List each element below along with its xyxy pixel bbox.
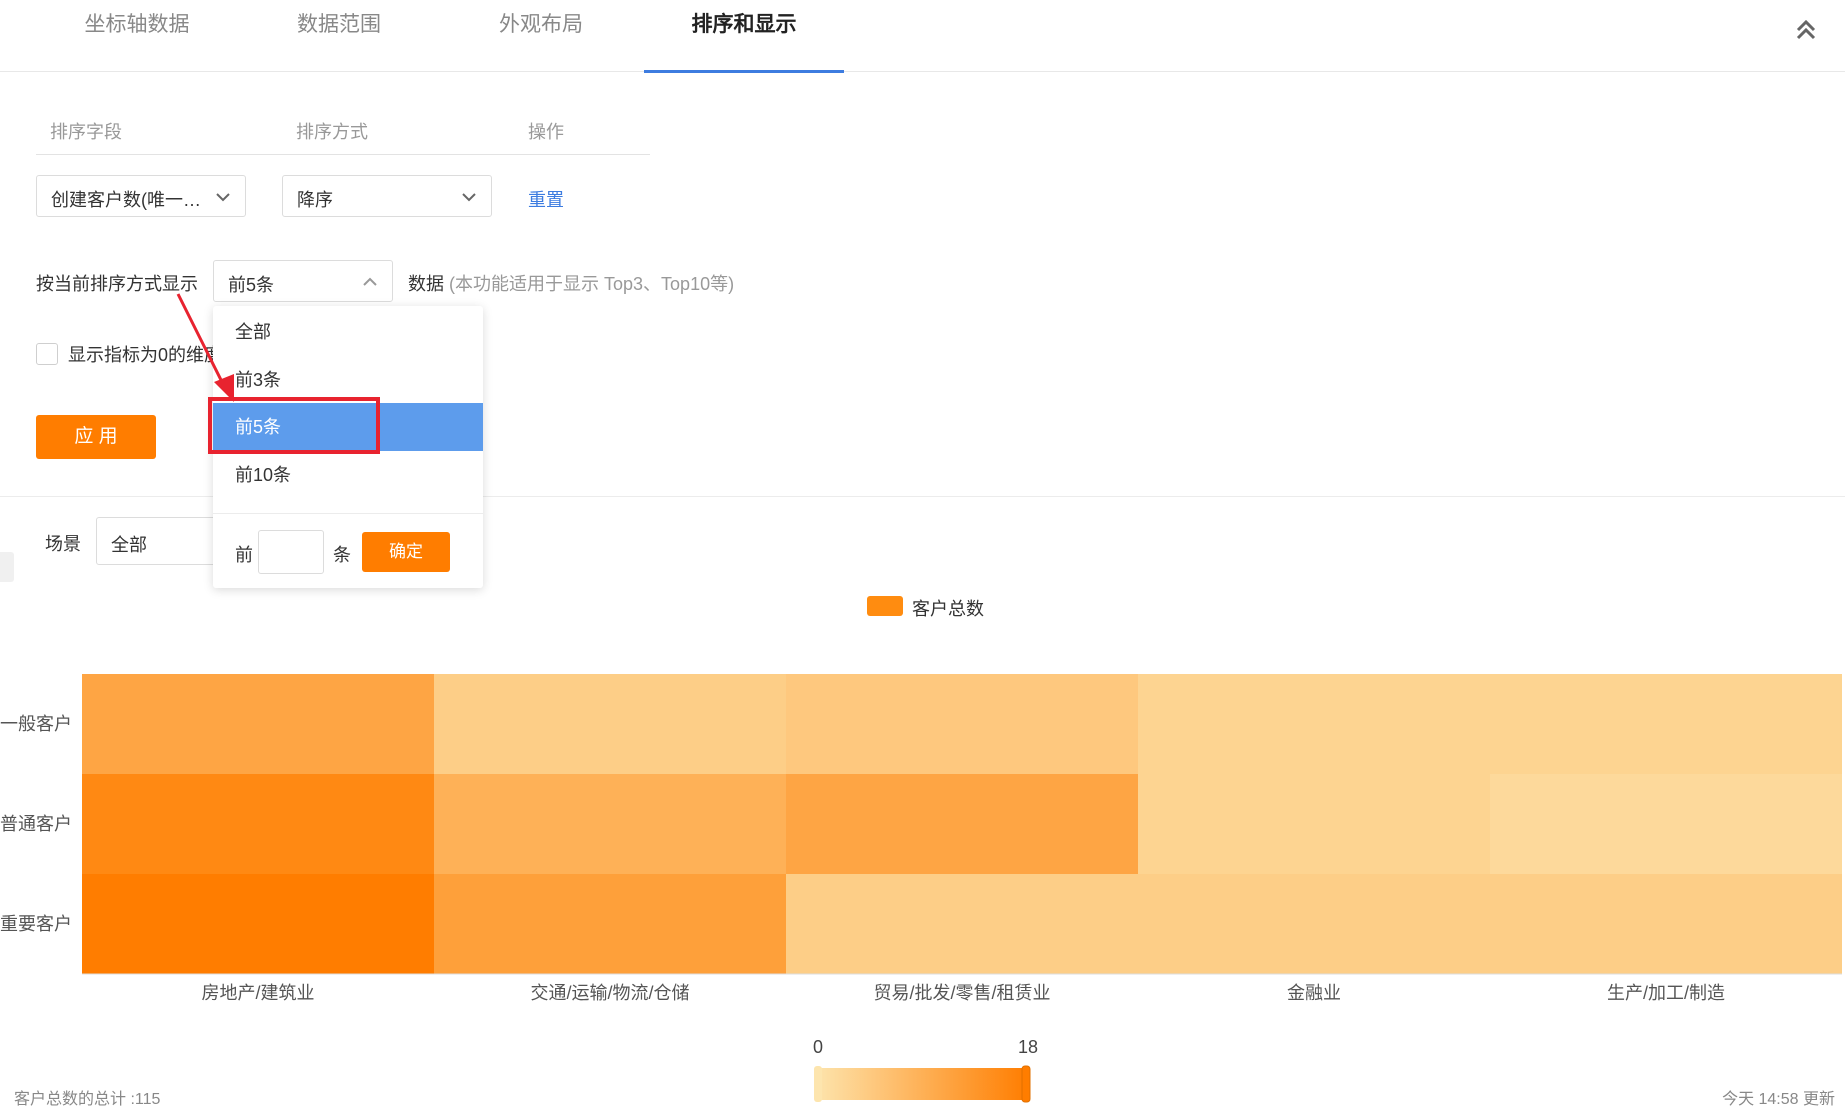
action-header: 操作 bbox=[528, 122, 564, 142]
color-scale-min-label: 0 bbox=[813, 1037, 823, 1057]
heatmap-cell[interactable] bbox=[434, 674, 786, 774]
y-tick-label: 普通客户 bbox=[0, 814, 72, 834]
legend-label: 客户总数 bbox=[912, 599, 984, 619]
tab-sort-display[interactable]: 排序和显示 bbox=[644, 0, 844, 73]
total-count: 客户总数的总计 :115 bbox=[14, 1091, 161, 1108]
annotation-arrow-icon bbox=[176, 293, 234, 402]
dropdown-option-all[interactable]: 全部 bbox=[213, 308, 483, 356]
updated-time: 今天 14:58 更新 bbox=[1722, 1091, 1835, 1108]
heatmap-cell[interactable] bbox=[82, 774, 434, 874]
tab-data-range[interactable]: 数据范围 bbox=[239, 0, 439, 72]
color-scale-max-label: 18 bbox=[1018, 1037, 1038, 1057]
x-tick-label: 交通/运输/物流/仓储 bbox=[530, 983, 689, 1003]
heatmap-chart: 一般客户普通客户重要客户 房地产/建筑业 交通/运输/物流/仓储 贸易/批发/零售/… bbox=[0, 674, 1842, 1103]
heatmap-cell[interactable] bbox=[82, 674, 434, 774]
y-tick-label: 重要客户 bbox=[0, 914, 72, 934]
color-scale-bar bbox=[814, 1068, 1028, 1100]
display-hint: (本功能适用于显示 Top3、Top10等) bbox=[449, 274, 735, 294]
heatmap-cell[interactable] bbox=[1490, 874, 1842, 974]
show-zero-checkbox[interactable] bbox=[36, 343, 58, 365]
display-suffix-label: 数据 bbox=[408, 274, 444, 294]
dropdown-custom-row: 前 条 确定 bbox=[213, 513, 483, 588]
sort-method-value: 降序 bbox=[297, 190, 333, 210]
sort-table-header: 排序字段 排序方式 操作 bbox=[36, 110, 650, 155]
apply-button[interactable]: 应 用 bbox=[36, 415, 156, 459]
display-suffix: 数据 (本功能适用于显示 Top3、Top10等) bbox=[408, 270, 734, 296]
scene-label: 场景 bbox=[45, 534, 81, 554]
custom-prefix: 前 bbox=[235, 545, 253, 565]
color-scale-min-handle[interactable] bbox=[814, 1066, 822, 1102]
confirm-button[interactable]: 确定 bbox=[362, 532, 450, 572]
sort-method-select[interactable]: 降序 bbox=[282, 175, 492, 217]
reset-link[interactable]: 重置 bbox=[528, 186, 564, 212]
scene-value: 全部 bbox=[111, 535, 147, 555]
double-chevron-up-icon[interactable] bbox=[1793, 16, 1819, 42]
heatmap-cell[interactable] bbox=[786, 674, 1138, 774]
sort-field-value: 创建客户数(唯一… bbox=[51, 190, 201, 210]
heatmap-cell[interactable] bbox=[82, 874, 434, 974]
x-tick-label: 金融业 bbox=[1287, 983, 1341, 1003]
heatmap-cell[interactable] bbox=[1490, 774, 1842, 874]
legend-swatch bbox=[867, 596, 903, 616]
heatmap-cell[interactable] bbox=[786, 774, 1138, 874]
chevron-down-icon bbox=[216, 193, 230, 202]
tab-axis-data[interactable]: 坐标轴数据 bbox=[37, 0, 237, 72]
custom-suffix: 条 bbox=[333, 545, 351, 565]
x-tick-label: 贸易/批发/零售/租赁业 bbox=[873, 983, 1050, 1003]
chevron-down-icon bbox=[462, 193, 476, 202]
heatmap-cell[interactable] bbox=[434, 774, 786, 874]
tab-appearance-layout[interactable]: 外观布局 bbox=[441, 0, 641, 72]
heatmap-cell[interactable] bbox=[1138, 674, 1490, 774]
tab-bar: 坐标轴数据 数据范围 外观布局 排序和显示 bbox=[0, 0, 1845, 73]
sort-field-select[interactable]: 创建客户数(唯一… bbox=[36, 175, 246, 217]
dropdown-option-top10[interactable]: 前10条 bbox=[213, 451, 483, 499]
sort-field-header: 排序字段 bbox=[50, 122, 122, 142]
side-drag-handle[interactable] bbox=[0, 552, 14, 582]
heatmap-cell[interactable] bbox=[786, 874, 1138, 974]
chevron-up-icon bbox=[363, 277, 377, 286]
x-tick-label: 房地产/建筑业 bbox=[201, 983, 314, 1003]
heatmap-cell[interactable] bbox=[1490, 674, 1842, 774]
heatmap-cell[interactable] bbox=[1138, 874, 1490, 974]
heatmap-cell[interactable] bbox=[1138, 774, 1490, 874]
sort-method-header: 排序方式 bbox=[296, 122, 368, 142]
x-tick-label: 生产/加工/制造 bbox=[1607, 983, 1725, 1003]
y-tick-label: 一般客户 bbox=[0, 714, 72, 734]
color-scale-max-handle[interactable] bbox=[1021, 1065, 1031, 1103]
heatmap-cell[interactable] bbox=[434, 874, 786, 974]
custom-count-input[interactable] bbox=[258, 530, 324, 574]
